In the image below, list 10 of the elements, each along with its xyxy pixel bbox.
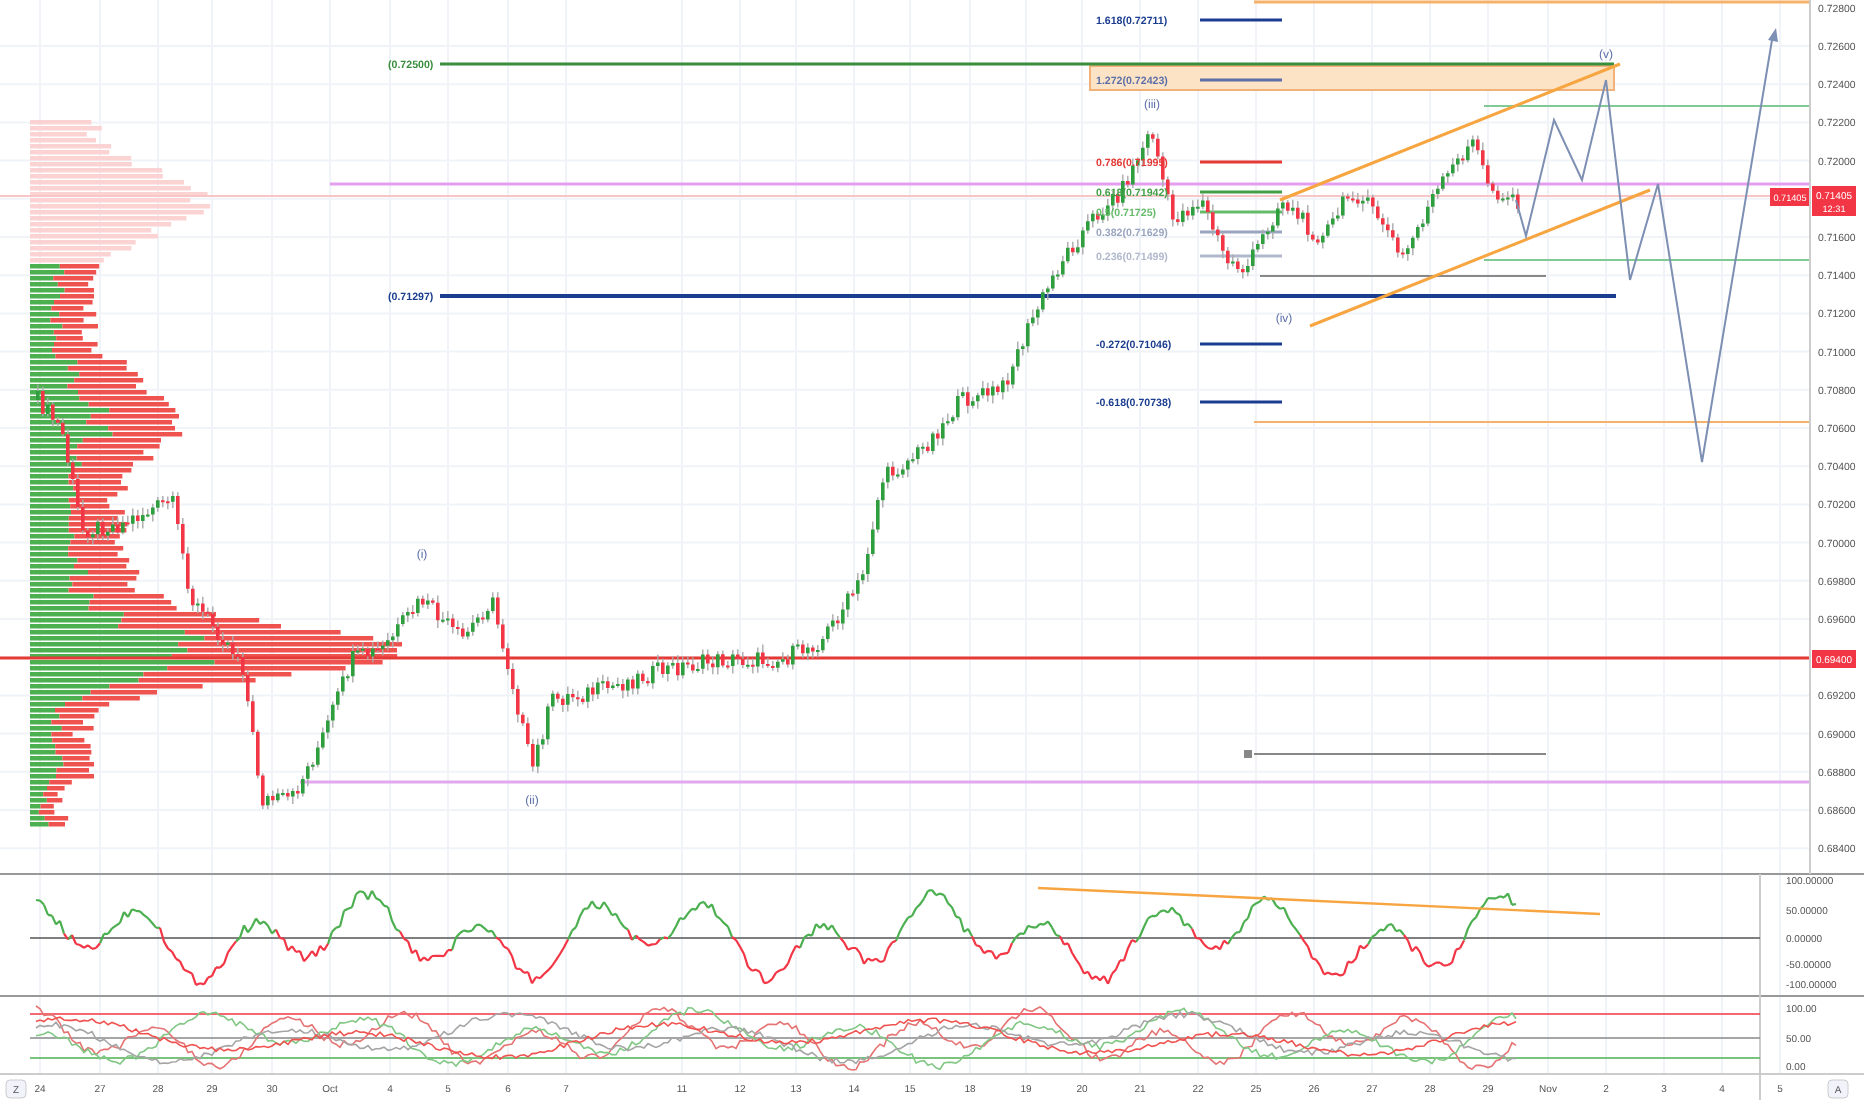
fib-line [1200,190,1282,194]
fib-line [1200,78,1282,82]
fib-line [1200,254,1282,258]
fib-line [1200,230,1282,234]
fib-line [1200,18,1282,22]
fib-line [1200,160,1282,164]
anchor-marker [1244,750,1252,758]
fib-line [1200,400,1282,404]
fib-line [1200,342,1282,346]
fib-line [1200,210,1282,214]
